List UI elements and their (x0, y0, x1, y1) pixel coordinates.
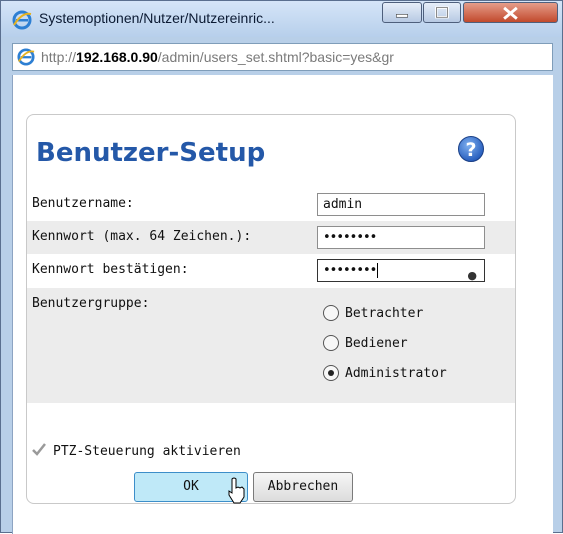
ptz-checkbox-label: PTZ-Steuerung aktivieren (53, 444, 241, 459)
radio-button[interactable] (323, 335, 339, 351)
radio-label-betrachter: Betrachter (345, 306, 424, 321)
username-input[interactable]: admin (317, 193, 485, 216)
radio-button[interactable] (323, 305, 339, 321)
url-text[interactable]: http://192.168.0.90/admin/users_set.shtm… (41, 49, 394, 65)
ie-icon (12, 10, 32, 30)
group-row: Benutzergruppe: Betrachter Bediener Admi… (27, 288, 515, 403)
password-input[interactable]: •••••••• (317, 226, 485, 249)
checkmark-icon[interactable] (32, 443, 46, 457)
radio-button-selected[interactable] (323, 365, 339, 381)
close-icon (503, 6, 518, 20)
cancel-button[interactable]: Abbrechen (253, 472, 353, 502)
user-setup-panel: Benutzer-Setup ? Benutzername: admin Ken… (26, 114, 516, 504)
text-caret (377, 263, 379, 278)
confirm-row: Kennwort bestätigen: •••••••• ● (27, 254, 515, 288)
title-bar[interactable]: Systemoptionen/Nutzer/Nutzereinric... (1, 1, 562, 37)
ie-icon (17, 48, 35, 66)
reveal-password-icon[interactable]: ● (467, 265, 477, 286)
close-button[interactable] (463, 2, 558, 23)
url-path: /admin/users_set.shtml?basic=yes&gr (157, 49, 394, 65)
radio-label-administrator: Administrator (345, 366, 447, 381)
maximize-button[interactable] (423, 2, 461, 23)
help-icon[interactable]: ? (457, 135, 485, 163)
radio-label-bediener: Bediener (345, 336, 408, 351)
page-content: Benutzer-Setup ? Benutzername: admin Ken… (12, 75, 553, 534)
password-row: Kennwort (max. 64 Zeichen.): •••••••• (27, 221, 515, 254)
username-row: Benutzername: admin (27, 188, 515, 221)
browser-window: Systemoptionen/Nutzer/Nutzereinric... ht… (0, 0, 563, 534)
confirm-label: Kennwort bestätigen: (32, 262, 189, 277)
address-bar[interactable]: http://192.168.0.90/admin/users_set.shtm… (12, 43, 553, 71)
svg-text:?: ? (465, 139, 476, 161)
minimize-icon (396, 14, 408, 18)
password-label: Kennwort (max. 64 Zeichen.): (32, 229, 252, 244)
maximize-icon (435, 6, 449, 19)
url-host: 192.168.0.90 (76, 49, 158, 65)
page-title: Benutzer-Setup (36, 138, 266, 168)
window-title: Systemoptionen/Nutzer/Nutzereinric... (39, 10, 275, 26)
confirm-password-input[interactable]: •••••••• ● (317, 259, 485, 282)
group-label: Benutzergruppe: (32, 296, 150, 311)
confirm-password-value: •••••••• (323, 263, 377, 278)
username-label: Benutzername: (32, 196, 134, 211)
cursor-icon (228, 477, 245, 504)
minimize-button[interactable] (382, 2, 422, 23)
url-prefix: http:// (41, 49, 77, 65)
